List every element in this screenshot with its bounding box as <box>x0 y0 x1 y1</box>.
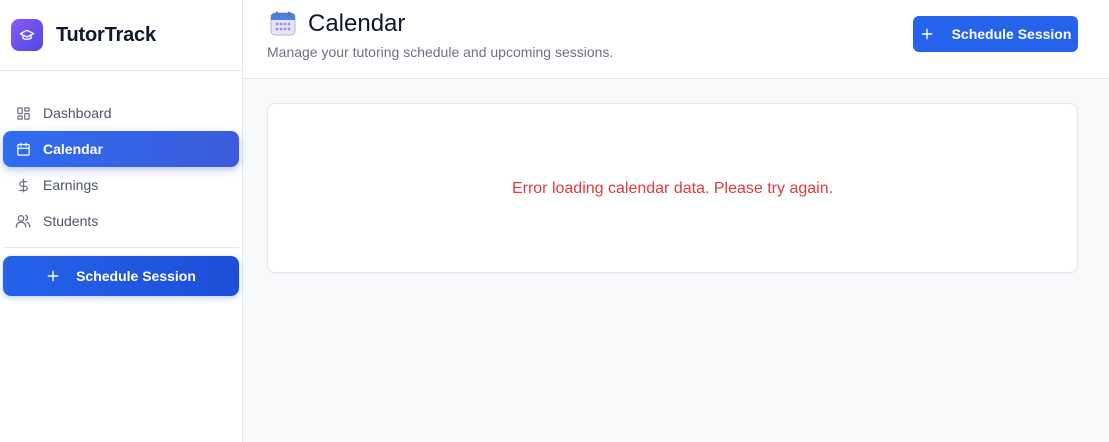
graduation-cap-icon <box>11 19 43 51</box>
dashboard-icon <box>15 105 31 121</box>
sidebar-item-calendar[interactable]: Calendar <box>3 131 239 167</box>
header-schedule-session-button[interactable]: Schedule Session <box>913 16 1078 52</box>
sidebar-item-label: Calendar <box>43 141 103 157</box>
schedule-session-label: Schedule Session <box>951 26 1072 42</box>
sidebar-item-earnings[interactable]: Earnings <box>3 167 239 203</box>
brand: TutorTrack <box>0 0 242 71</box>
error-message: Error loading calendar data. Please try … <box>511 180 834 197</box>
sidebar-item-label: Earnings <box>43 177 99 193</box>
main-content: Calendar Manage your tutoring schedule a… <box>243 0 1109 442</box>
sidebar-nav: Dashboard Calendar Earnings Students Sch… <box>0 71 242 296</box>
dollar-icon <box>15 177 31 193</box>
sidebar: TutorTrack Dashboard Calendar Earnings S… <box>0 0 243 442</box>
sidebar-item-students[interactable]: Students <box>3 203 239 239</box>
schedule-session-label: Schedule Session <box>76 268 196 284</box>
app-name: TutorTrack <box>56 23 156 46</box>
sidebar-divider <box>3 247 239 248</box>
calendar-card: Error loading calendar data. Please try … <box>267 103 1078 273</box>
sidebar-item-label: Students <box>43 213 99 229</box>
plus-icon <box>920 27 934 41</box>
title-row: Calendar <box>270 10 405 38</box>
plus-icon <box>46 269 60 283</box>
sidebar-item-label: Dashboard <box>43 105 112 121</box>
page-header: Calendar Manage your tutoring schedule a… <box>243 0 1109 79</box>
page-title: Calendar <box>308 10 406 37</box>
sidebar-schedule-session-button[interactable]: Schedule Session <box>3 256 239 296</box>
calendar-icon <box>15 141 31 157</box>
calendar-icon <box>270 11 296 37</box>
users-icon <box>15 213 31 229</box>
page-subtitle: Manage your tutoring schedule and upcomi… <box>267 44 614 60</box>
sidebar-item-dashboard[interactable]: Dashboard <box>3 95 239 131</box>
